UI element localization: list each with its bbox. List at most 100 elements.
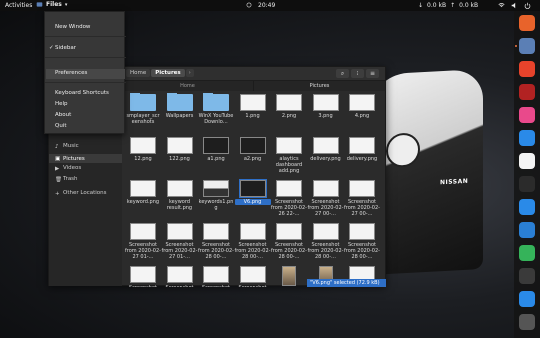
file-item[interactable]: Screenshot from 2020-02-27 00-… [344,179,380,221]
tab-home[interactable]: Home [122,81,254,91]
image-thumbnail [312,223,339,240]
file-item[interactable]: Screenshot from 2020-… [125,265,161,287]
tab-pictures[interactable]: Pictures [254,81,386,91]
file-item[interactable]: Screenshot from 2020-… [271,265,307,287]
terminal-icon[interactable] [519,176,535,192]
file-name: WinX YouTube Downlo… [198,113,234,125]
videos-icon: ▶ [55,165,60,172]
file-item[interactable]: Screenshot from 2020-02-27 01-… [125,222,161,264]
menu-item-help[interactable]: Help [55,101,68,107]
download-speed: 0.0 kB [427,2,447,9]
wifi-icon [498,3,505,8]
image-thumbnail [239,223,266,240]
folder-item[interactable]: smplayer_screenshots [125,93,161,135]
menu-item-about[interactable]: About [55,112,71,118]
file-item[interactable]: a1.png [198,136,234,178]
file-item[interactable]: delivery.png [344,136,380,178]
file-name: Screenshot from 2020-… [162,285,198,287]
view-options-button[interactable]: ⁝ [351,69,364,78]
file-item[interactable]: Screenshot from 2020-02-27 00-… [308,179,344,221]
file-item[interactable]: Screenshot from 2020-02-26 22-… [271,179,307,221]
menu-button[interactable]: ≡ [366,69,379,78]
file-item[interactable]: Screenshot from 2020-02-28 00-… [271,222,307,264]
system-menu[interactable] [498,2,531,9]
file-name: Screenshot from 2020-… [235,285,271,287]
file-item[interactable]: Screenshot from 2020-02-28 00-… [308,222,344,264]
file-item[interactable]: delivery.png [308,136,344,178]
file-item[interactable]: 4.png [344,93,380,135]
file-name: keyword.png [126,199,160,205]
folder-item[interactable]: WinX YouTube Downlo… [198,93,234,135]
appstore2-icon[interactable] [519,199,535,215]
firefox-icon[interactable] [519,15,535,31]
file-name: Screenshot from 2020-02-27 00-… [344,199,380,217]
sidebar-item-pictures[interactable]: ▣ Pictures [49,154,122,163]
image-thumbnail [239,266,266,283]
file-item[interactable]: V6.png [234,179,271,221]
file-item[interactable]: Screenshot from 2020-… [198,265,234,287]
file-item[interactable]: 12.png [125,136,161,178]
file-item[interactable]: 2.png [271,93,307,135]
file-name: 3.png [318,113,333,119]
file-item[interactable]: keyword.png [125,179,161,221]
sidebar-item-trash[interactable]: 🗑 Trash [55,176,78,183]
file-item[interactable]: 3.png [308,93,344,135]
file-item[interactable]: alaytics dashboard add.png [271,136,307,178]
image-thumbnail [276,223,302,240]
breadcrumb-home[interactable]: Home [126,69,151,77]
file-item[interactable]: Screenshot from 2020-… [235,265,271,287]
filezilla-icon[interactable] [519,84,535,100]
folder-icon [203,93,229,111]
appstore-icon[interactable] [519,130,535,146]
file-item[interactable]: 122.png [162,136,198,178]
image-thumbnail [349,180,375,197]
appstore3-icon[interactable] [519,291,535,307]
files-icon[interactable] [519,38,535,54]
image-thumbnail [130,137,156,154]
sidebar-item-music[interactable]: ♪ Music [55,143,79,150]
clock[interactable]: 20:49 [258,2,275,9]
folder-item[interactable]: Wallpapers [162,93,198,135]
calendar-icon[interactable] [519,153,535,169]
brave-icon[interactable] [519,61,535,77]
menu-divider [45,36,126,37]
sidebar-item-videos[interactable]: ▶ Videos [55,165,81,172]
hamburger-icon: ≡ [369,70,376,77]
file-item[interactable]: Screenshot from 2020-… [162,265,198,287]
menu-item-preferences[interactable]: Preferences [55,70,87,76]
file-name: a2.png [243,156,262,162]
search-icon: ⌕ [340,69,345,77]
notification-icon[interactable] [246,2,252,8]
sidebar-item-other-locations[interactable]: + Other Locations [55,190,107,197]
menu-item-new-window[interactable]: New Window [55,24,90,30]
vscode-icon[interactable] [519,222,535,238]
media-icon[interactable] [519,245,535,261]
image-thumbnail [203,223,229,240]
app-menu-button[interactable]: Files ▾ [36,1,67,8]
menu-item-sidebar[interactable]: Sidebar [55,45,76,51]
menu-item-keyboard-shortcuts[interactable]: Keyboard Shortcuts [55,90,109,96]
breadcrumb-pictures[interactable]: Pictures [151,69,185,77]
file-name: Screenshot from 2020-02-27 01-… [125,242,161,260]
file-item[interactable]: keyword result.png [162,179,198,221]
file-item[interactable]: a2.png [235,136,271,178]
search-button[interactable]: ⌕ [336,69,349,78]
menu-divider [45,82,126,83]
file-item[interactable]: Screenshot from 2020-02-28 00-… [198,222,234,264]
image-thumbnail [203,266,229,283]
file-item[interactable]: keywords1.png [198,179,234,221]
wallpaper-logo [386,132,420,169]
chevron-right-icon[interactable]: › [185,69,194,77]
file-item[interactable]: Screenshot from 2020-02-28 00-… [235,222,271,264]
chat-icon[interactable] [519,268,535,284]
file-name: 1.png [245,113,260,119]
file-item[interactable]: Screenshot from 2020-02-28 00-… [344,222,380,264]
show-apps-icon[interactable] [519,314,535,330]
itunes-icon[interactable] [519,107,535,123]
file-item[interactable]: Screenshot from 2020-02-27 01-… [162,222,198,264]
network-speed: ↓ 0.0 kB ↑ 0.0 kB [418,2,478,9]
music-icon: ♪ [55,143,59,150]
activities-button[interactable]: Activities [5,2,32,9]
file-item[interactable]: 1.png [235,93,271,135]
menu-item-quit[interactable]: Quit [55,123,67,129]
